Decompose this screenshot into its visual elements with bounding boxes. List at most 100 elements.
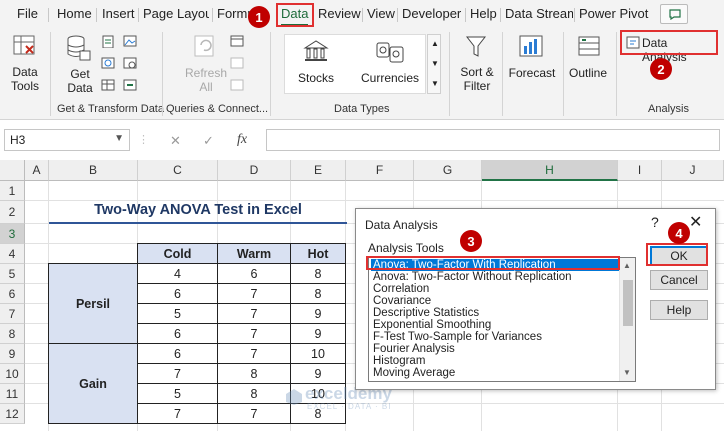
table-cell[interactable]: 9 [290, 323, 346, 344]
row-header-11[interactable]: 11 [0, 384, 25, 404]
table-cell[interactable]: 7 [217, 323, 291, 344]
list-item[interactable]: Correlation [371, 283, 429, 295]
tab-insert[interactable]: Insert [102, 6, 135, 21]
cancel-formula-icon[interactable]: ✕ [170, 133, 181, 149]
outline-button[interactable]: Outline [566, 66, 610, 80]
list-item[interactable]: Descriptive Statistics [371, 307, 479, 319]
row-header-12[interactable]: 12 [0, 404, 25, 424]
gallery-expand-icon[interactable]: ▼ [431, 79, 439, 88]
close-icon[interactable]: ✕ [689, 212, 702, 232]
table-cell[interactable]: 8 [217, 363, 291, 384]
gallery-scroller[interactable]: ▲ ▼ ▼ [427, 34, 441, 94]
table-cell[interactable]: 7 [137, 363, 218, 384]
menu-separator [465, 8, 466, 22]
column-header-d[interactable]: D [218, 160, 291, 181]
row-header-4[interactable]: 4 [0, 244, 25, 264]
scroll-down-icon[interactable]: ▼ [623, 368, 631, 377]
table-cell[interactable]: 6 [137, 283, 218, 304]
get-data-button[interactable]: Get Data [60, 67, 100, 95]
row-header-5[interactable]: 5 [0, 264, 25, 284]
table-cell[interactable]: 8 [217, 383, 291, 404]
list-item[interactable]: Histogram [371, 355, 425, 367]
column-header-i[interactable]: I [618, 160, 662, 181]
table-cell[interactable]: 7 [217, 303, 291, 324]
analysis-tools-list[interactable]: Anova: Two-Factor With Replication Anova… [368, 257, 636, 382]
table-cell[interactable]: 7 [137, 403, 218, 424]
enter-formula-icon[interactable]: ✓ [203, 133, 214, 149]
table-cell[interactable]: 9 [290, 363, 346, 384]
insert-function-icon[interactable]: fx [237, 132, 247, 148]
filter-icon [465, 36, 487, 57]
table-cell[interactable]: 5 [137, 303, 218, 324]
column-header-a[interactable]: A [25, 160, 49, 181]
column-header-j[interactable]: J [662, 160, 724, 181]
scroll-up-icon[interactable]: ▲ [623, 261, 631, 270]
stocks-button[interactable]: Stocks [292, 71, 340, 85]
refresh-all-button[interactable]: Refresh All [181, 66, 231, 94]
row-header-7[interactable]: 7 [0, 304, 25, 324]
table-cell[interactable]: 6 [137, 343, 218, 364]
tab-help[interactable]: Help [470, 6, 497, 21]
list-item[interactable]: Moving Average [371, 367, 455, 379]
column-header-e[interactable]: E [291, 160, 346, 181]
table-cell[interactable]: 10 [290, 343, 346, 364]
data-tools-button[interactable]: Data Tools [6, 65, 44, 93]
cancel-button[interactable]: Cancel [650, 270, 708, 290]
list-item[interactable]: Covariance [371, 295, 431, 307]
list-scrollbar[interactable]: ▲ ▼ [619, 258, 635, 381]
column-header-g[interactable]: G [414, 160, 482, 181]
table-cell[interactable]: 5 [137, 383, 218, 404]
list-item[interactable]: Fourier Analysis [371, 343, 455, 355]
table-cell[interactable]: 8 [290, 283, 346, 304]
formula-input[interactable] [266, 129, 720, 151]
list-item[interactable]: F-Test Two-Sample for Variances [371, 331, 542, 343]
name-box[interactable]: H3 ▼ [4, 129, 130, 151]
table-cell[interactable]: 6 [217, 263, 291, 284]
table-cell[interactable]: 7 [217, 343, 291, 364]
table-cell[interactable]: 7 [217, 283, 291, 304]
tab-review[interactable]: Review [318, 6, 361, 21]
currencies-button[interactable]: Currencies [359, 71, 421, 85]
tab-page-layout[interactable]: Page Layout [143, 6, 209, 21]
comments-button[interactable] [660, 4, 688, 24]
select-all-corner[interactable] [0, 160, 25, 181]
tab-data-stream[interactable]: Data Stream [505, 6, 573, 21]
column-header-c[interactable]: C [138, 160, 218, 181]
scroll-down-icon[interactable]: ▼ [431, 59, 439, 68]
row-header-1[interactable]: 1 [0, 181, 25, 201]
dialog-title: Data Analysis [365, 218, 438, 232]
scroll-up-icon[interactable]: ▲ [431, 39, 439, 48]
tab-power-pivot[interactable]: Power Pivot [579, 6, 648, 21]
forecast-button[interactable]: Forecast [506, 66, 558, 80]
recent-sources-icon [123, 57, 137, 69]
tab-home[interactable]: Home [57, 6, 92, 21]
tab-developer[interactable]: Developer [402, 6, 461, 21]
table-range-icon [101, 79, 115, 91]
column-header-f[interactable]: F [346, 160, 414, 181]
tab-formulas[interactable]: Formu [217, 6, 251, 21]
sort-filter-button[interactable]: Sort & Filter [454, 65, 500, 93]
table-cell[interactable]: 8 [290, 263, 346, 284]
group-persil: Persil [48, 263, 138, 344]
row-header-6[interactable]: 6 [0, 284, 25, 304]
table-cell[interactable]: 7 [217, 403, 291, 424]
column-header-h[interactable]: H [482, 160, 618, 181]
help-icon[interactable]: ? [651, 214, 659, 230]
table-cell[interactable]: 9 [290, 303, 346, 324]
scroll-thumb[interactable] [623, 280, 633, 326]
row-header-9[interactable]: 9 [0, 344, 25, 364]
row-header-2[interactable]: 2 [0, 201, 25, 224]
group-gain: Gain [48, 343, 138, 424]
row-header-3[interactable]: 3 [0, 224, 25, 244]
list-item[interactable]: Exponential Smoothing [371, 319, 491, 331]
row-header-8[interactable]: 8 [0, 324, 25, 344]
help-button[interactable]: Help [650, 300, 708, 320]
tab-file[interactable]: File [17, 6, 38, 21]
list-item[interactable]: Anova: Two-Factor Without Replication [371, 271, 572, 283]
tab-view[interactable]: View [367, 6, 395, 21]
row-header-10[interactable]: 10 [0, 364, 25, 384]
column-header-b[interactable]: B [49, 160, 138, 181]
chevron-down-icon[interactable]: ▼ [114, 133, 124, 144]
table-cell[interactable]: 6 [137, 323, 218, 344]
table-cell[interactable]: 4 [137, 263, 218, 284]
